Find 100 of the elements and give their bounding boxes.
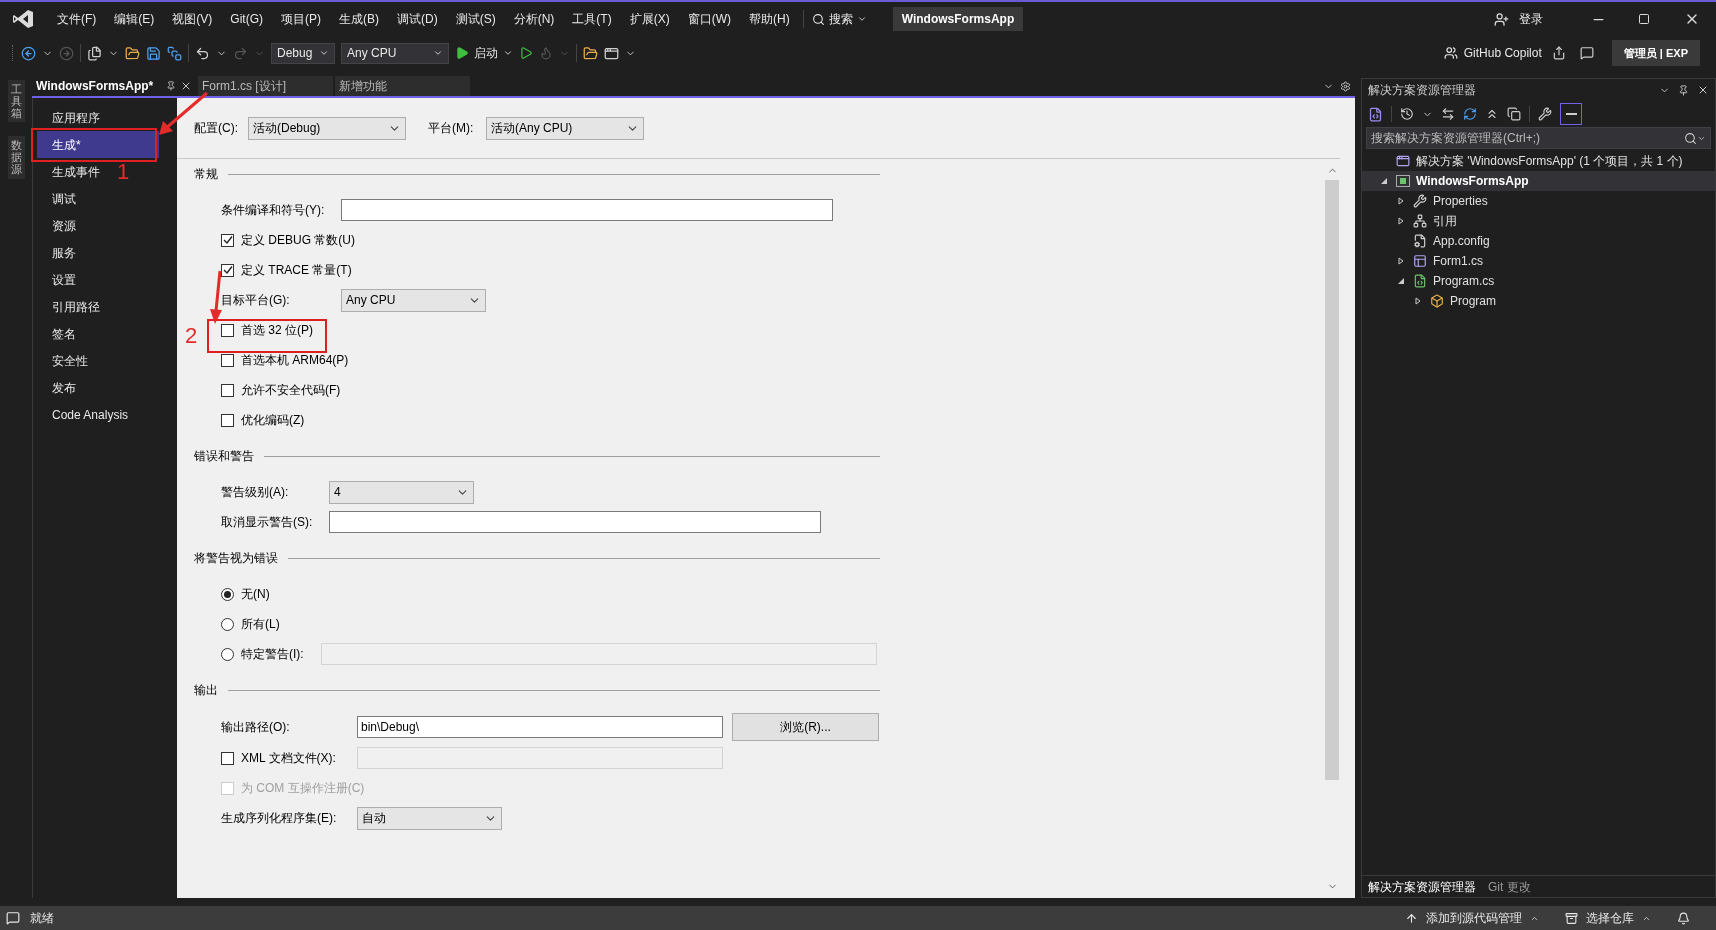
nav-item[interactable]: 签名 [52,320,76,347]
dropdown[interactable]: 自动 [357,806,502,830]
maximize-icon[interactable] [1638,13,1650,25]
wrench-icon[interactable] [1538,107,1552,121]
dropdown[interactable]: Any CPU [341,288,486,312]
nav-item[interactable]: 发布 [52,374,76,401]
field-label: 目标平台(G): [221,292,291,309]
input-field[interactable] [341,199,833,221]
nav-item[interactable]: 生成* [37,131,159,158]
tree-item[interactable]: Program [1362,291,1715,311]
nav-item[interactable]: 生成事件 [52,158,100,185]
open-folder-icon[interactable] [125,45,140,61]
close-icon[interactable] [1697,84,1709,96]
tree-item[interactable]: 引用 [1362,211,1715,231]
feedback-icon[interactable] [1579,46,1594,60]
nav-item[interactable]: 安全性 [52,347,88,374]
panel-tab[interactable]: Git 更改 [1488,877,1531,896]
dropdown[interactable]: 活动(Debug) [248,116,406,140]
new-item-icon[interactable] [87,45,102,61]
menu-item[interactable]: 生成(B) [330,10,388,28]
nav-item[interactable]: 设置 [52,266,76,293]
share-icon[interactable] [1551,46,1566,60]
undo-icon[interactable] [195,45,210,61]
panel-tab[interactable]: 解决方案资源管理器 [1368,877,1476,896]
tree-item[interactable]: Form1.cs [1362,251,1715,271]
search-icon[interactable] [1684,131,1697,145]
collapsed-arrow-icon[interactable] [1397,257,1405,265]
sign-in-button[interactable]: 登录 [1494,10,1543,28]
menu-item[interactable]: 文件(F) [48,10,106,28]
search-field[interactable]: 搜索解决方案资源管理器(Ctrl+;) [1366,127,1711,149]
side-tab[interactable]: 工具箱 [7,80,25,123]
collapse-all-icon[interactable] [1485,107,1499,121]
preview-toggle-icon[interactable] [1560,103,1582,125]
input-field[interactable]: bin\Debug\ [357,716,723,738]
dropdown[interactable]: 4 [329,480,474,504]
menu-item[interactable]: 扩展(X) [620,10,679,28]
menu-item[interactable]: 帮助(H) [740,10,799,28]
history-icon[interactable] [1400,107,1414,121]
show-all-files-icon[interactable] [1507,107,1521,121]
radio-button[interactable] [221,617,234,631]
search-button[interactable]: 搜索 [811,10,867,28]
pin-icon[interactable] [1678,84,1689,96]
nav-item[interactable]: Code Analysis [52,401,129,428]
account-badge[interactable]: 管理员 | EXP [1611,40,1700,66]
collapsed-arrow-icon[interactable] [1397,197,1405,205]
menu-item[interactable]: 工具(T) [563,10,621,28]
tree-item[interactable]: WindowsFormsApp [1362,171,1715,191]
menu-item[interactable]: Git(G) [221,10,272,28]
expanded-arrow-icon[interactable] [1380,177,1388,185]
menu-item[interactable]: 调试(D) [388,10,447,28]
dropdown[interactable]: 活动(Any CPU) [486,116,644,140]
browse-button[interactable]: 浏览(R)... [732,713,879,741]
configuration-dropdown[interactable]: Debug [271,42,335,64]
collapsed-arrow-icon[interactable] [1414,297,1422,305]
copilot-button[interactable]: GitHub Copilot [1443,44,1542,62]
checkbox[interactable] [221,751,234,765]
start-button[interactable]: 启动 [455,44,513,62]
document-tab[interactable]: 新增功能 [335,76,470,96]
back-icon[interactable] [21,45,36,61]
expanded-arrow-icon[interactable] [1397,277,1405,285]
menu-item[interactable]: 窗口(W) [678,10,740,28]
tree-item[interactable]: 解决方案 'WindowsFormsApp' (1 个项目，共 1 个) [1362,151,1715,171]
nav-item[interactable]: 调试 [52,185,76,212]
scrollbar-thumb[interactable] [1325,180,1339,780]
nav-item[interactable]: 服务 [52,239,76,266]
checkbox[interactable] [221,413,234,427]
nav-item[interactable]: 引用路径 [52,293,100,320]
menu-item[interactable]: 编辑(E) [105,10,164,28]
checkbox[interactable] [221,233,234,247]
checkbox[interactable] [221,353,234,367]
settings-icon[interactable] [1340,81,1351,92]
platform-dropdown[interactable]: Any CPU [341,42,449,64]
menu-item[interactable]: 测试(S) [446,10,505,28]
nav-item[interactable]: 资源 [52,212,76,239]
notifications-bell-icon[interactable] [1677,911,1690,925]
run-without-debugging-icon[interactable] [519,46,533,60]
radio-button[interactable] [221,587,234,601]
side-tab[interactable]: 数据源 [7,136,25,179]
checkbox[interactable] [221,263,234,277]
menu-item[interactable]: 视图(V) [163,10,222,28]
save-icon[interactable] [146,45,161,61]
tree-item[interactable]: Program.cs [1362,271,1715,291]
document-tab[interactable]: Form1.cs [设计] [198,76,333,96]
tree-item[interactable]: App.config [1362,231,1715,251]
nav-item[interactable]: 应用程序 [52,104,100,131]
checkbox[interactable] [221,383,234,397]
pin-icon[interactable] [166,81,176,91]
source-control-button[interactable]: 添加到源代码管理 [1405,909,1539,927]
menu-item[interactable]: 分析(N) [504,10,564,28]
refresh-icon[interactable] [1463,107,1477,121]
tree-item[interactable]: Properties [1362,191,1715,211]
input-field[interactable] [329,511,821,533]
collapsed-arrow-icon[interactable] [1397,217,1405,225]
sync-icon[interactable] [1441,107,1455,121]
checkbox[interactable] [221,323,234,337]
menu-item[interactable]: 项目(P) [272,10,330,28]
window-layout-icon[interactable] [604,45,619,61]
radio-button[interactable] [221,647,234,661]
repository-button[interactable]: 选择仓库 [1565,909,1651,927]
close-icon[interactable] [180,80,192,92]
